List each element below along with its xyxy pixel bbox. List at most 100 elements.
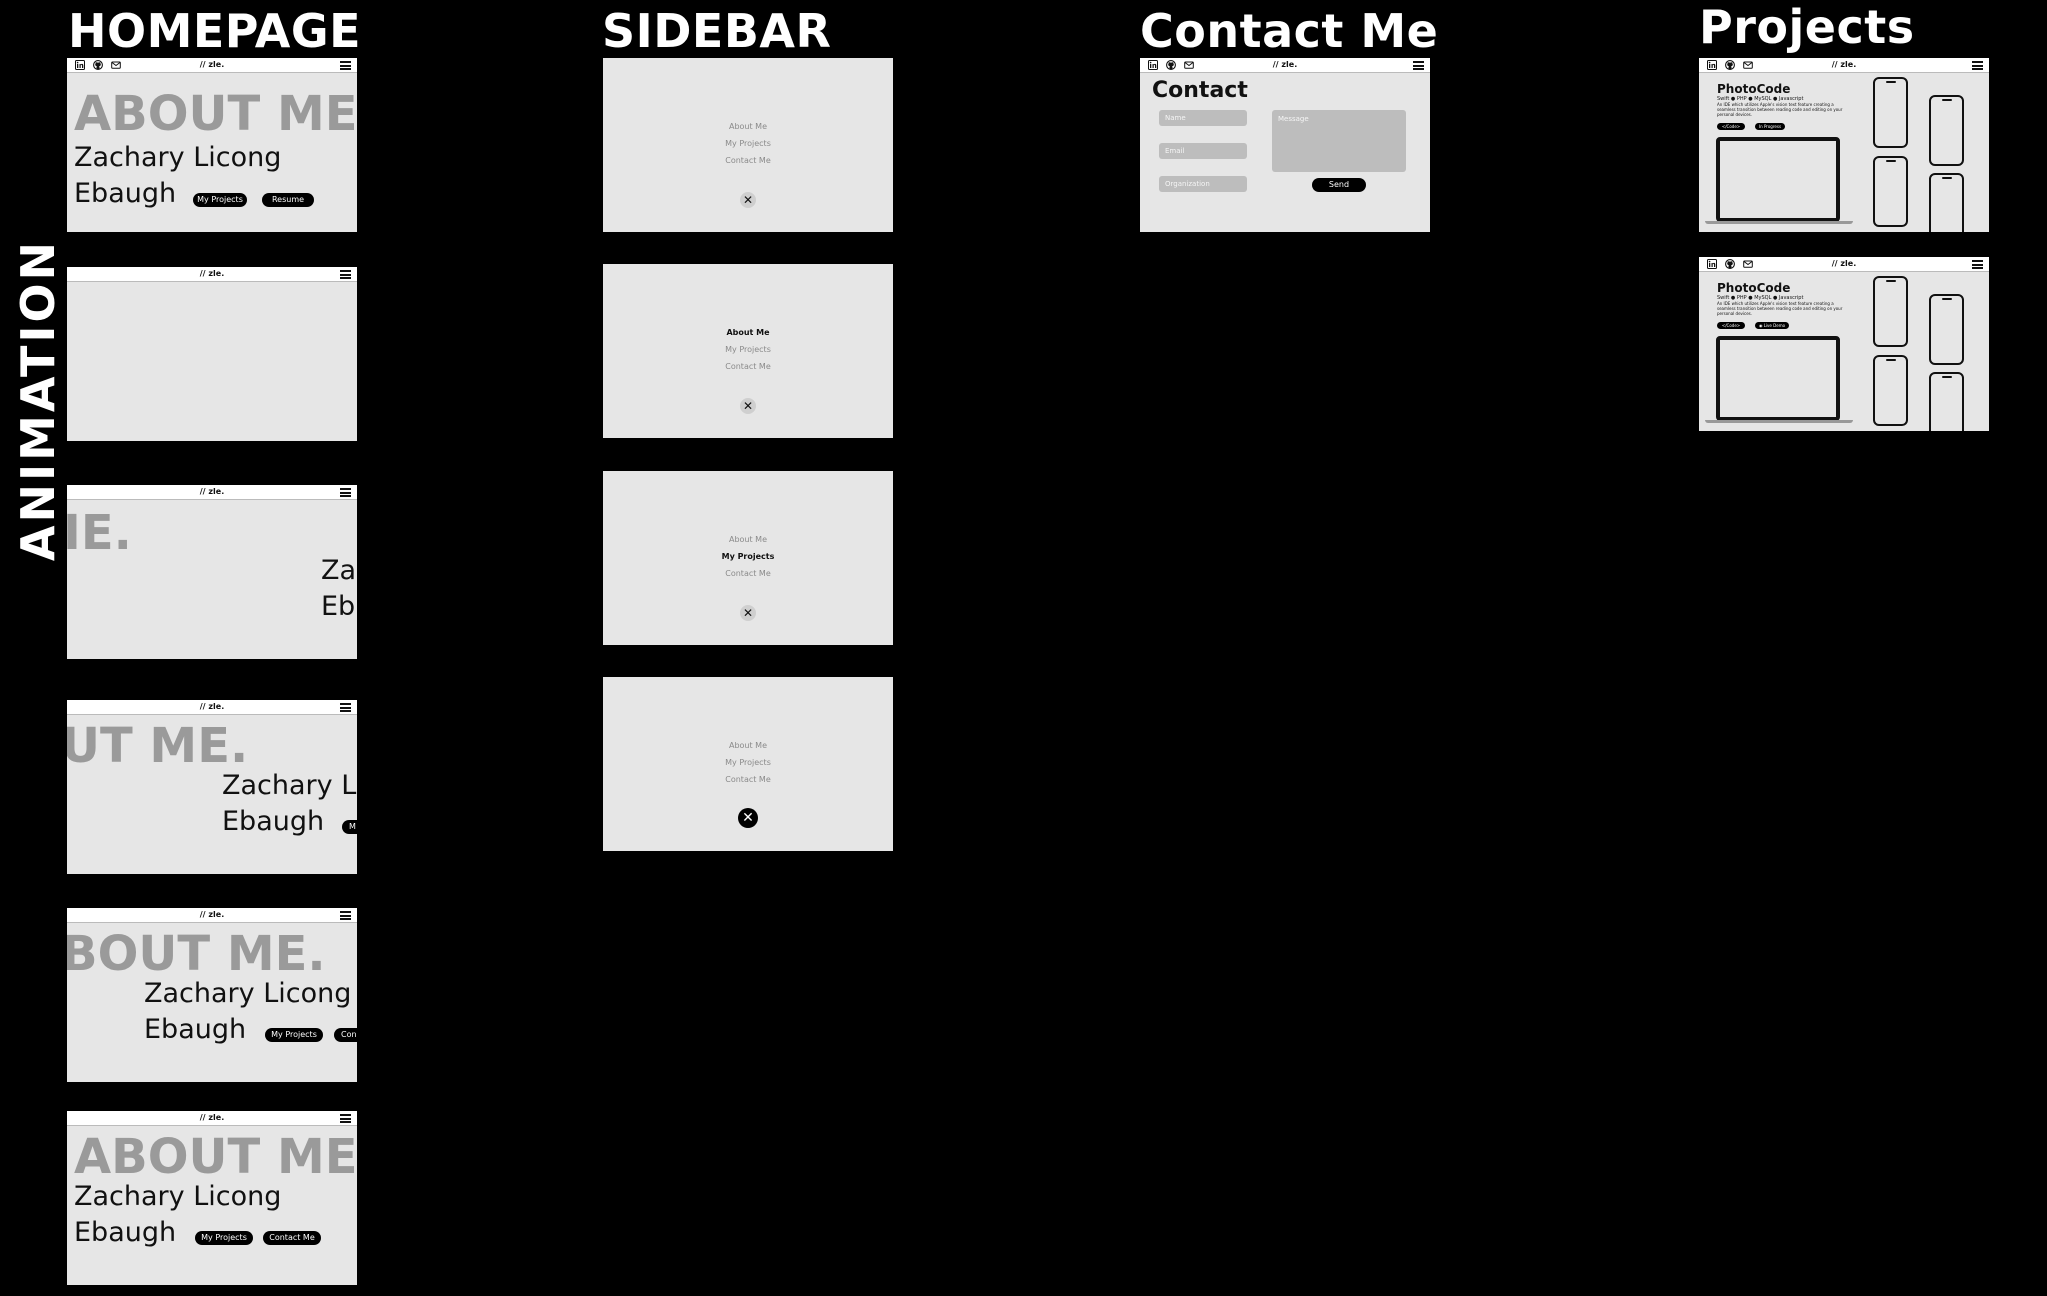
about-heading-fragment: UT ME. bbox=[67, 718, 249, 774]
sidebar-item-contact-me[interactable]: Contact Me bbox=[603, 565, 893, 582]
phone-mockup bbox=[1929, 173, 1964, 232]
hamburger-menu-icon[interactable] bbox=[340, 703, 351, 712]
contact-frame: // zle. Contact Name Email Organization … bbox=[1140, 58, 1430, 232]
homepage-frame-2: // zle. bbox=[67, 267, 357, 441]
organization-field[interactable]: Organization bbox=[1159, 176, 1247, 192]
name-first-line-fragment: Za bbox=[321, 555, 357, 586]
site-logo[interactable]: // zle. bbox=[67, 60, 357, 70]
sidebar-menu: About Me My Projects Contact Me bbox=[603, 118, 893, 169]
sidebar-item-my-projects[interactable]: My Projects bbox=[603, 135, 893, 152]
homepage-frame-4: // zle. UT ME. Zachary L Ebaugh M bbox=[67, 700, 357, 874]
sidebar-item-contact-me[interactable]: Contact Me bbox=[603, 771, 893, 788]
laptop-mockup bbox=[1716, 137, 1840, 222]
project-description: An IDE which utilizes Apple's vision tex… bbox=[1717, 102, 1843, 117]
top-nav-bar: // zle. bbox=[67, 267, 357, 282]
hamburger-menu-icon[interactable] bbox=[340, 911, 351, 920]
hamburger-menu-icon[interactable] bbox=[1972, 260, 1983, 269]
hamburger-menu-icon[interactable] bbox=[1413, 61, 1424, 70]
close-icon[interactable]: ✕ bbox=[740, 398, 756, 414]
contact-me-button[interactable]: Contact Me bbox=[263, 1231, 321, 1245]
top-nav-bar: // zle. bbox=[67, 485, 357, 500]
live-demo-label: Live Demo bbox=[1763, 323, 1786, 328]
sidebar-item-contact-me[interactable]: Contact Me bbox=[603, 152, 893, 169]
name-first-line: Zachary Licong bbox=[74, 142, 282, 173]
sidebar-frame-2: About Me My Projects Contact Me ✕ bbox=[603, 264, 893, 438]
contact-title: Contact bbox=[1152, 78, 1248, 103]
project-title: PhotoCode bbox=[1717, 281, 1791, 295]
email-field[interactable]: Email bbox=[1159, 143, 1247, 159]
phone-mockup bbox=[1873, 355, 1908, 426]
top-nav-bar: // zle. bbox=[1140, 58, 1430, 73]
sidebar-item-my-projects[interactable]: My Projects bbox=[603, 341, 893, 358]
site-logo[interactable]: // zle. bbox=[67, 487, 357, 497]
sidebar-item-about-me[interactable]: About Me bbox=[603, 531, 893, 548]
homepage-frame-3: // zle. IE. Za Eb bbox=[67, 485, 357, 659]
name-second-line: Ebaugh bbox=[74, 178, 177, 209]
site-logo[interactable]: // zle. bbox=[67, 702, 357, 712]
contact-me-button-fragment[interactable]: Con bbox=[334, 1028, 357, 1042]
site-logo[interactable]: // zle. bbox=[1699, 60, 1989, 70]
sidebar-frame-1: About Me My Projects Contact Me ✕ bbox=[603, 58, 893, 232]
sidebar-item-contact-me[interactable]: Contact Me bbox=[603, 358, 893, 375]
code-button[interactable]: </Code> bbox=[1717, 123, 1745, 130]
site-logo[interactable]: // zle. bbox=[67, 1113, 357, 1123]
top-nav-bar: // zle. bbox=[67, 58, 357, 73]
hamburger-menu-icon[interactable] bbox=[340, 1114, 351, 1123]
sidebar-frame-4: About Me My Projects Contact Me ✕ bbox=[603, 677, 893, 851]
site-logo[interactable]: // zle. bbox=[1699, 259, 1989, 269]
in-progress-button[interactable]: In Progress bbox=[1755, 123, 1785, 130]
phone-mockup bbox=[1873, 77, 1908, 148]
resume-button[interactable]: Resume bbox=[262, 193, 314, 207]
sidebar-item-my-projects[interactable]: My Projects bbox=[603, 754, 893, 771]
animation-side-label: ANIMATION bbox=[11, 238, 65, 562]
site-logo[interactable]: // zle. bbox=[67, 269, 357, 279]
phone-mockup bbox=[1873, 276, 1908, 347]
sidebar-column-title: SIDEBAR bbox=[602, 4, 832, 58]
top-nav-bar: // zle. bbox=[67, 908, 357, 923]
site-logo[interactable]: // zle. bbox=[67, 910, 357, 920]
code-button[interactable]: </Code> bbox=[1717, 322, 1745, 329]
my-projects-button[interactable]: My Projects bbox=[195, 1231, 253, 1245]
my-projects-button[interactable]: My Projects bbox=[265, 1028, 323, 1042]
close-icon[interactable]: ✕ bbox=[738, 808, 758, 828]
name-field[interactable]: Name bbox=[1159, 110, 1247, 126]
phone-mockup bbox=[1929, 95, 1964, 166]
hamburger-menu-icon[interactable] bbox=[340, 488, 351, 497]
send-button[interactable]: Send bbox=[1312, 178, 1366, 192]
phone-mockup bbox=[1929, 294, 1964, 365]
phone-mockup bbox=[1873, 156, 1908, 227]
sidebar-menu: About Me My Projects Contact Me bbox=[603, 737, 893, 788]
site-logo[interactable]: // zle. bbox=[1140, 60, 1430, 70]
top-nav-bar: // zle. bbox=[67, 700, 357, 715]
close-icon[interactable]: ✕ bbox=[740, 605, 756, 621]
hamburger-menu-icon[interactable] bbox=[340, 61, 351, 70]
contact-column-title: Contact Me bbox=[1140, 4, 1439, 58]
sidebar-item-about-me[interactable]: About Me bbox=[603, 324, 893, 341]
name-second-line-fragment: Eb bbox=[321, 591, 356, 622]
sidebar-menu: About Me My Projects Contact Me bbox=[603, 531, 893, 582]
phone-mockup bbox=[1929, 372, 1964, 431]
homepage-column-title: HOMEPAGE bbox=[68, 4, 362, 58]
homepage-frame-6: // zle. ABOUT ME. Zachary Licong Ebaugh … bbox=[67, 1111, 357, 1285]
hamburger-menu-icon[interactable] bbox=[1972, 61, 1983, 70]
sidebar-menu: About Me My Projects Contact Me bbox=[603, 324, 893, 375]
sidebar-item-my-projects[interactable]: My Projects bbox=[603, 548, 893, 565]
sidebar-item-about-me[interactable]: About Me bbox=[603, 737, 893, 754]
about-heading-fragment: BOUT ME. bbox=[67, 926, 326, 982]
project-description: An IDE which utilizes Apple's vision tex… bbox=[1717, 301, 1843, 316]
eye-icon: ◉ bbox=[1758, 323, 1763, 328]
hamburger-menu-icon[interactable] bbox=[340, 270, 351, 279]
top-nav-bar: // zle. bbox=[67, 1111, 357, 1126]
about-heading: ABOUT ME. bbox=[74, 1129, 357, 1185]
laptop-mockup bbox=[1716, 336, 1840, 421]
laptop-base bbox=[1705, 420, 1853, 423]
live-demo-button[interactable]: ◉ Live Demo bbox=[1755, 322, 1789, 329]
my-projects-button[interactable]: My Projects bbox=[193, 193, 247, 207]
my-projects-button-fragment[interactable]: M bbox=[342, 820, 357, 834]
name-second-line: Ebaugh bbox=[222, 806, 325, 837]
homepage-frame-5: // zle. BOUT ME. Zachary Licong Ebaugh M… bbox=[67, 908, 357, 1082]
about-heading: ABOUT ME. bbox=[74, 86, 357, 142]
message-field[interactable]: Message bbox=[1272, 110, 1406, 172]
sidebar-item-about-me[interactable]: About Me bbox=[603, 118, 893, 135]
close-icon[interactable]: ✕ bbox=[740, 192, 756, 208]
